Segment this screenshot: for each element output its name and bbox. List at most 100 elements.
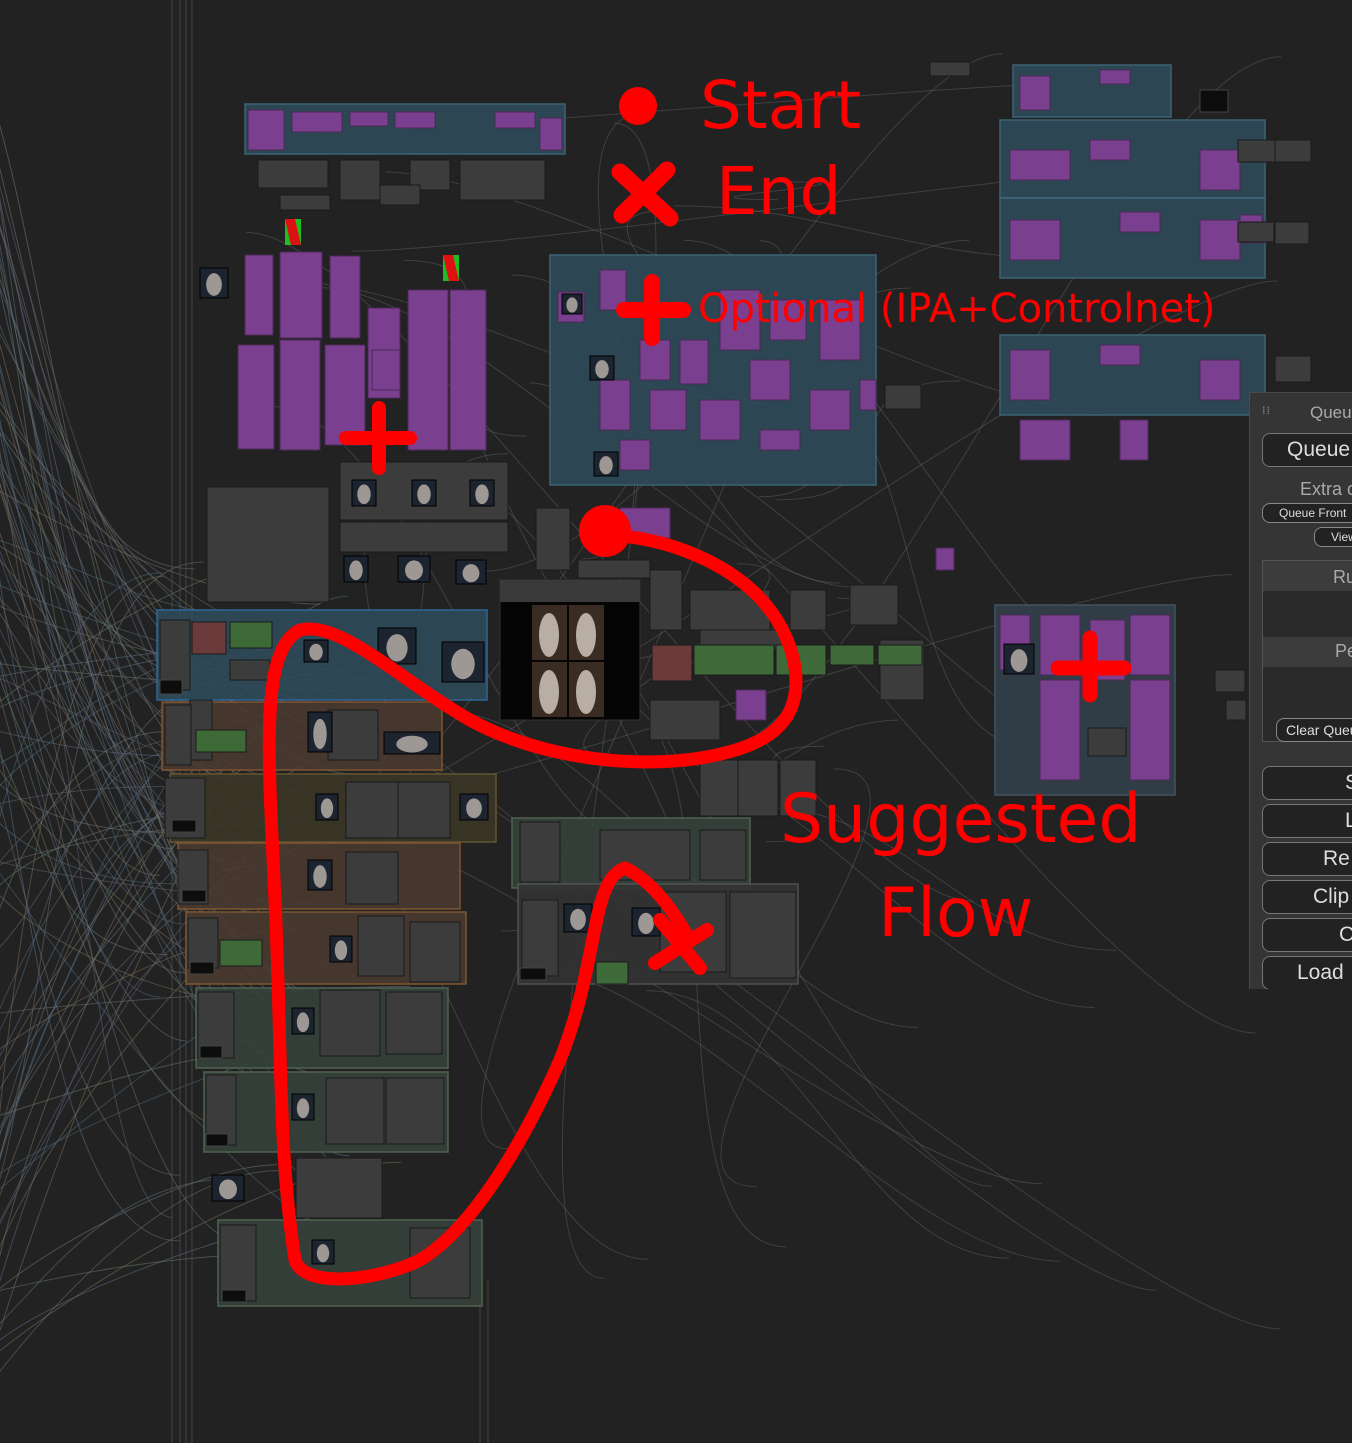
node-graph-canvas[interactable] [0,0,1352,1443]
node-collapsed[interactable] [349,111,389,127]
node[interactable] [535,507,571,571]
node-collapsed[interactable] [699,399,741,441]
node-collapsed[interactable] [539,117,563,151]
node-collapsed[interactable] [1089,619,1126,681]
queue-prompt-button[interactable]: Queue [1262,433,1352,467]
node-collapsed[interactable] [1019,75,1051,111]
node[interactable] [187,917,219,969]
clipspace-button[interactable]: Clip [1262,880,1352,914]
node-collapsed[interactable] [639,339,671,381]
drag-handle-icon[interactable]: ⁞⁞ [1262,405,1272,421]
node-collapsed[interactable] [1119,419,1149,461]
node[interactable] [295,1157,383,1219]
node[interactable] [385,991,443,1055]
node-collapsed[interactable] [1119,211,1161,233]
queue-front-button[interactable]: Queue Front [1262,503,1352,523]
node[interactable] [729,891,797,979]
node[interactable] [164,704,192,766]
node-collapsed[interactable] [237,344,275,450]
node[interactable] [884,384,922,410]
node[interactable] [519,821,561,883]
node-collapsed[interactable] [1039,614,1081,676]
node-collapsed[interactable] [1199,359,1241,401]
node-collapsed[interactable] [1099,69,1131,85]
node[interactable] [649,699,721,741]
node[interactable] [1225,699,1247,721]
node[interactable] [1237,139,1277,163]
view-button[interactable]: View [1314,527,1352,547]
node[interactable] [699,829,747,881]
node[interactable] [325,1077,385,1145]
node[interactable] [229,659,271,681]
node-collapsed[interactable] [809,389,851,431]
node[interactable] [577,559,651,579]
node[interactable] [357,915,405,977]
node[interactable] [599,829,691,881]
node[interactable] [409,1227,471,1299]
node-collapsed[interactable] [599,269,627,311]
node-collapsed[interactable] [859,379,877,411]
node-collapsed[interactable] [1199,149,1241,191]
node-collapsed[interactable] [935,547,955,571]
node[interactable] [1274,355,1312,383]
node-collapsed[interactable] [649,389,687,431]
node-collapsed[interactable] [494,111,536,129]
node[interactable] [789,589,827,631]
clear-queue-button[interactable]: Clear Queu [1276,718,1352,742]
node[interactable] [397,781,451,839]
node-collapsed[interactable] [279,339,321,451]
node-collapsed[interactable] [247,109,285,151]
clear-button[interactable]: C [1262,918,1352,952]
node-collapsed[interactable] [759,429,801,451]
node-collapsed[interactable] [1039,679,1081,781]
node-collapsed[interactable] [1129,679,1171,781]
node[interactable] [689,589,771,631]
node-collapsed[interactable] [407,289,449,451]
node-collapsed[interactable] [619,507,671,539]
node-collapsed[interactable] [1089,139,1131,161]
node[interactable] [1274,139,1312,163]
node-collapsed[interactable] [329,255,361,339]
node[interactable] [206,486,330,603]
node[interactable] [1237,221,1275,243]
node[interactable] [345,851,399,905]
node[interactable] [1087,727,1127,757]
node[interactable] [379,184,421,206]
node-collapsed[interactable] [1099,344,1141,366]
node[interactable] [339,521,509,553]
node[interactable] [459,159,546,201]
node-collapsed[interactable] [291,111,343,133]
node-collapsed[interactable] [599,379,631,431]
node[interactable] [1274,221,1310,245]
node-collapsed[interactable] [244,254,274,336]
node[interactable] [849,584,899,626]
node-collapsed[interactable] [619,439,651,471]
node[interactable] [659,891,727,973]
node-collapsed[interactable] [394,111,436,129]
node-collapsed[interactable] [749,359,791,401]
node[interactable] [327,709,379,761]
load-button[interactable]: L [1262,804,1352,838]
node-collapsed[interactable] [1009,349,1051,401]
node[interactable] [339,159,381,201]
node-collapsed[interactable] [371,349,401,391]
node[interactable] [279,194,331,211]
load-default-button[interactable]: Load [1262,956,1352,989]
node[interactable] [385,1077,445,1145]
node-collapsed[interactable] [1199,219,1241,261]
node-collapsed[interactable] [1019,419,1071,461]
node[interactable] [699,759,741,817]
node[interactable] [737,759,779,817]
node[interactable] [345,781,399,839]
node[interactable] [929,61,971,77]
node-collapsed[interactable] [449,289,487,451]
node[interactable] [409,921,461,983]
node-collapsed[interactable] [1009,149,1071,181]
node-collapsed[interactable] [324,344,366,446]
node-collapsed[interactable] [679,339,709,385]
node[interactable] [1214,669,1246,693]
save-button[interactable]: S [1262,766,1352,800]
node[interactable] [319,989,381,1057]
node-collapsed[interactable] [1129,614,1171,676]
refresh-button[interactable]: Re [1262,842,1352,876]
